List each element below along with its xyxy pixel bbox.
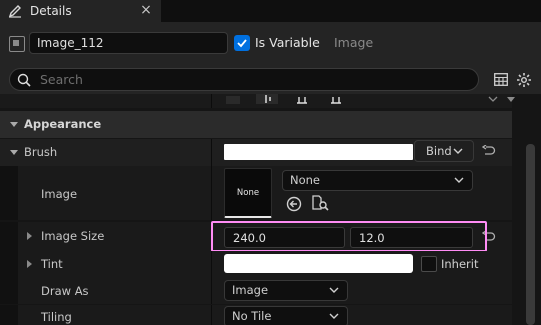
indent-bar [0, 305, 18, 325]
column-divider [211, 305, 212, 325]
indent-bar [0, 251, 18, 278]
widget-header: Image_112 Is Variable Image [0, 22, 541, 64]
tab-title: Details [30, 4, 72, 18]
chevron-down-icon [453, 148, 463, 154]
brush-row: Brush Bind [0, 139, 512, 166]
search-row: Search [0, 64, 541, 94]
scrollbar-thumb[interactable] [526, 144, 535, 325]
draw-as-dropdown[interactable]: Image [224, 280, 348, 301]
reset-to-default-icon[interactable] [482, 145, 496, 157]
tab-bar: Details × [0, 0, 541, 22]
image-label: Image [41, 187, 78, 201]
checkmark-icon [237, 39, 247, 48]
close-icon[interactable]: × [139, 3, 153, 17]
tiling-value: No Tile [232, 309, 272, 323]
chevron-down-icon [454, 177, 464, 183]
image-widget-icon [9, 36, 25, 52]
brush-collapse-arrow-icon[interactable] [10, 150, 18, 155]
use-selected-asset-icon[interactable] [286, 196, 302, 212]
bind-label: Bind [426, 144, 452, 158]
indent-bar [0, 166, 18, 220]
horizontal-alignment-row [0, 94, 512, 108]
scroll-up-arrow-icon[interactable] [506, 96, 516, 104]
appearance-label: Appearance [24, 117, 102, 131]
collapse-arrow-icon[interactable] [10, 122, 18, 127]
details-panel: Appearance Brush Bind Image None None Im… [0, 94, 541, 325]
column-divider [211, 278, 212, 304]
column-divider [211, 139, 212, 166]
widget-name-field[interactable]: Image_112 [29, 32, 228, 54]
bind-button[interactable]: Bind [414, 140, 474, 162]
appearance-section-header[interactable]: Appearance [0, 111, 512, 138]
table-view-icon[interactable] [494, 73, 508, 86]
is-variable-checkbox[interactable] [234, 35, 250, 51]
tiling-label: Tiling [41, 310, 72, 324]
is-variable-label: Is Variable [255, 35, 320, 50]
tiling-dropdown[interactable]: No Tile [224, 306, 348, 325]
column-divider [211, 166, 212, 220]
tint-row: Tint Inherit [0, 251, 512, 278]
column-divider [211, 94, 212, 108]
indent-bar [0, 222, 18, 251]
browse-asset-icon[interactable] [311, 195, 329, 212]
settings-gear-icon[interactable] [516, 72, 532, 88]
draw-as-value: Image [232, 283, 269, 297]
image-asset-value: None [290, 173, 321, 187]
brush-color-swatch[interactable] [224, 144, 413, 160]
pencil-icon [8, 5, 21, 18]
chevron-down-icon [329, 313, 339, 319]
expand-arrow-icon[interactable] [27, 260, 32, 268]
tint-label: Tint [41, 257, 63, 271]
inherit-checkbox[interactable] [421, 256, 437, 272]
chevron-down-icon [329, 287, 339, 293]
inherit-label: Inherit [441, 257, 479, 271]
draw-as-label: Draw As [41, 284, 89, 298]
image-size-label: Image Size [41, 229, 105, 243]
details-tab[interactable]: Details × [0, 0, 161, 22]
expand-arrow-icon[interactable] [27, 232, 32, 240]
search-input[interactable]: Search [9, 68, 479, 91]
image-thumbnail[interactable]: None [224, 168, 272, 218]
alignment-icons[interactable] [226, 94, 356, 104]
search-icon [17, 73, 31, 87]
widget-type-label: Image [334, 35, 374, 50]
chevron-down-icon[interactable] [488, 96, 498, 104]
column-divider [211, 251, 212, 278]
search-placeholder: Search [40, 72, 83, 87]
indent-bar [0, 278, 18, 304]
selection-highlight [211, 221, 487, 252]
tint-color-swatch[interactable] [224, 254, 413, 273]
image-asset-dropdown[interactable]: None [282, 170, 473, 191]
brush-label: Brush [24, 145, 58, 159]
